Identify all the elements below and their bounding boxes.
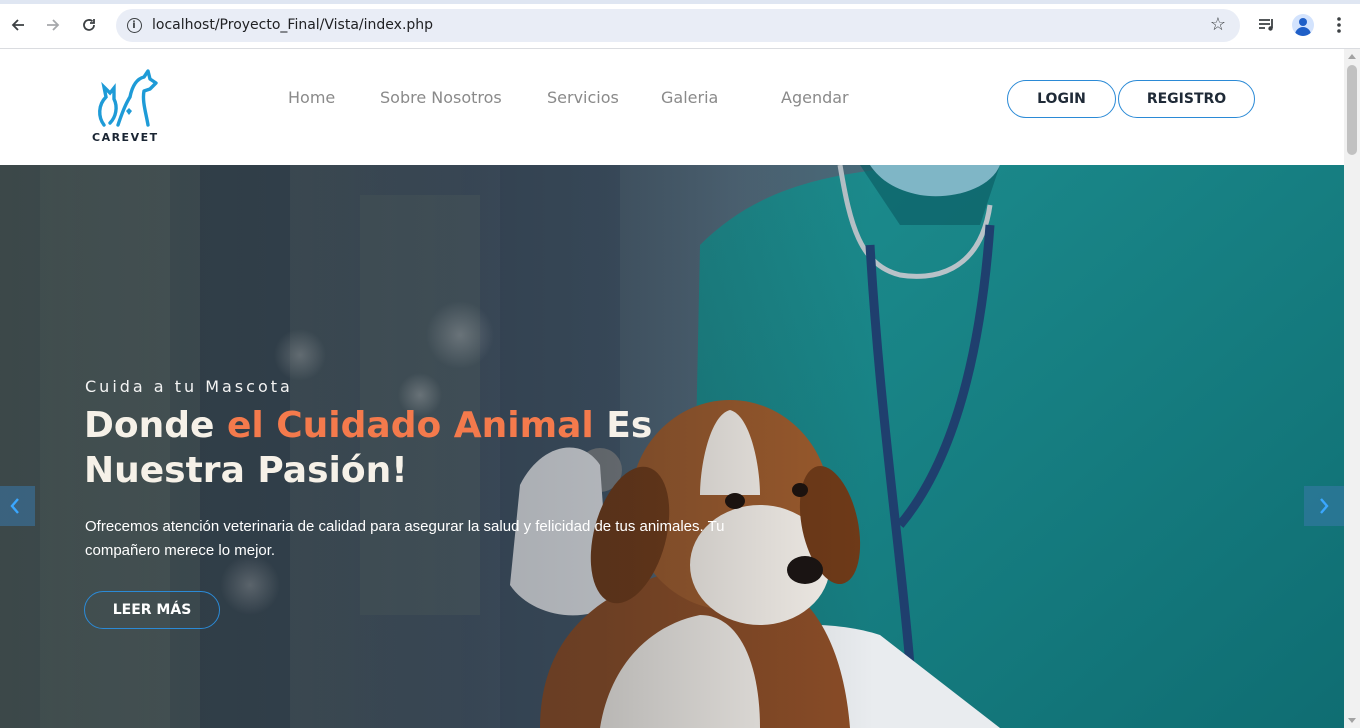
hero-carousel: Cuida a tu Mascota Donde el Cuidado Anim… <box>0 165 1344 728</box>
scroll-thumb[interactable] <box>1347 65 1357 155</box>
read-more-button[interactable]: LEER MÁS <box>84 591 220 629</box>
more-vert-icon[interactable] <box>1326 12 1352 38</box>
nav-servicios[interactable]: Servicios <box>547 88 619 107</box>
nav-sobre-nosotros[interactable]: Sobre Nosotros <box>380 88 502 107</box>
tab-strip-edge <box>0 0 1360 4</box>
scroll-down-icon[interactable] <box>1348 718 1356 723</box>
carevet-logo[interactable]: CAREVET <box>92 67 160 147</box>
site-info-icon[interactable]: i <box>124 15 144 35</box>
hero-title: Donde el Cuidado Animal Es Nuestra Pasió… <box>84 403 704 493</box>
hero-subtitle: Cuida a tu Mascota <box>85 377 293 396</box>
address-bar[interactable]: i localhost/Proyecto_Final/Vista/index.p… <box>116 9 1240 42</box>
nav-home[interactable]: Home <box>288 88 335 107</box>
nav-galeria[interactable]: Galeria <box>661 88 718 107</box>
browser-toolbar: i localhost/Proyecto_Final/Vista/index.p… <box>0 0 1360 49</box>
back-icon[interactable] <box>4 11 32 39</box>
scroll-up-icon[interactable] <box>1348 54 1356 59</box>
reload-icon[interactable] <box>75 11 103 39</box>
dog-cat-logo-icon <box>98 69 158 127</box>
site-header: CAREVET Home Sobre Nosotros Servicios Ga… <box>0 49 1344 165</box>
bookmark-star-icon[interactable]: ☆ <box>1210 14 1226 35</box>
carousel-next-button[interactable] <box>1304 486 1344 526</box>
hero-title-accent: el Cuidado Animal <box>226 405 594 446</box>
logo-text: CAREVET <box>92 131 159 144</box>
hero-title-start: Donde <box>84 405 227 446</box>
web-page: CAREVET Home Sobre Nosotros Servicios Ga… <box>0 49 1344 728</box>
nav-agendar[interactable]: Agendar <box>781 88 849 107</box>
media-controls-icon[interactable] <box>1254 12 1280 38</box>
carousel-prev-button[interactable] <box>0 486 35 526</box>
page-scrollbar[interactable] <box>1344 49 1360 728</box>
login-button[interactable]: LOGIN <box>1007 80 1116 118</box>
chevron-left-icon <box>10 498 19 514</box>
chevron-right-icon <box>1320 498 1329 514</box>
url-text[interactable]: localhost/Proyecto_Final/Vista/index.php <box>152 17 433 33</box>
profile-avatar-icon[interactable] <box>1290 12 1316 38</box>
register-button[interactable]: REGISTRO <box>1118 80 1255 118</box>
forward-icon[interactable] <box>39 11 67 39</box>
hero-description: Ofrecemos atención veterinaria de calida… <box>85 518 725 559</box>
